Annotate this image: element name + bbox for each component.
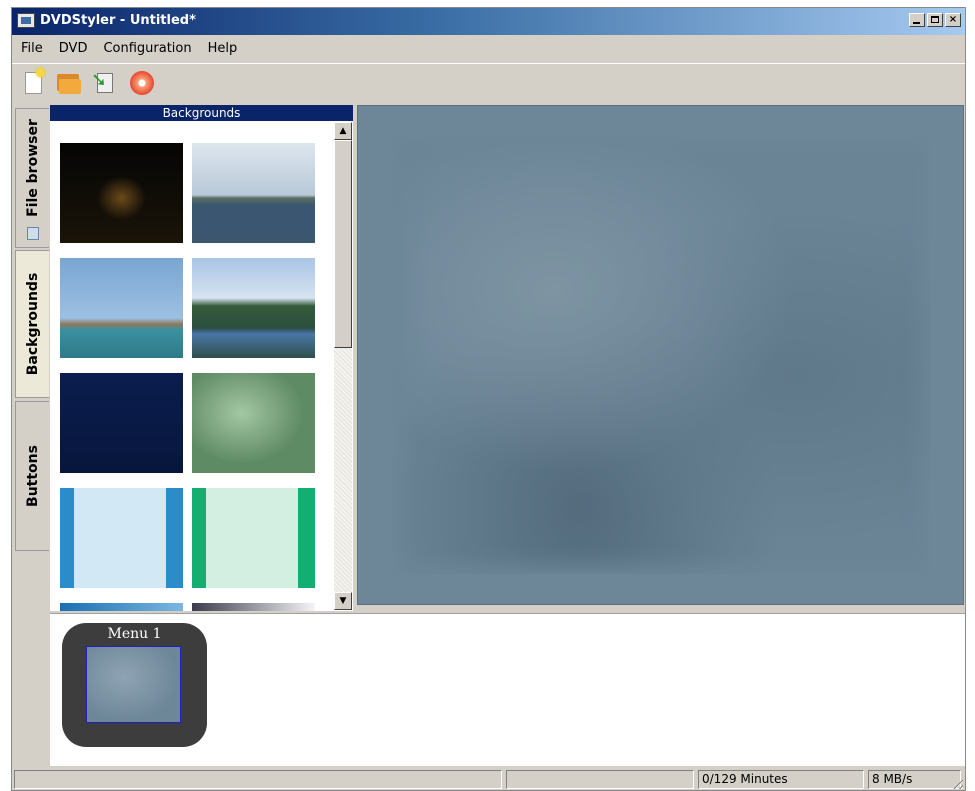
backgrounds-panel (50, 121, 353, 611)
open-folder-icon[interactable] (55, 70, 81, 96)
background-thumbnail-sea-clouds[interactable] (192, 143, 315, 243)
background-thumbnail-dark-navy[interactable] (60, 373, 183, 473)
toolbar: ➘ (12, 63, 965, 102)
tab-buttons-label: Buttons (24, 445, 41, 507)
file-browser-icon (27, 227, 39, 240)
app-icon (17, 13, 35, 28)
save-icon[interactable]: ➘ (91, 70, 117, 96)
background-thumbnail-green-coast[interactable] (192, 258, 315, 358)
menu-thumbnail[interactable]: Menu 1 (62, 623, 207, 747)
minimize-button[interactable] (909, 13, 925, 27)
status-progress (506, 770, 694, 789)
menu-editor-canvas[interactable] (357, 105, 964, 605)
title-bar[interactable]: DVDStyler - Untitled* × (12, 8, 965, 35)
background-thumbnail-blue-gradient[interactable] (60, 603, 183, 611)
menu-background-preview (393, 137, 930, 574)
panel-title: Backgrounds (50, 105, 353, 121)
menu-thumbnail-preview (86, 646, 181, 723)
scroll-down-button[interactable]: ▼ (334, 592, 352, 610)
tab-file-browser[interactable]: File browser (15, 108, 49, 248)
background-thumbnail-light-green-stripes[interactable] (192, 488, 315, 588)
burn-disc-icon[interactable] (129, 70, 155, 96)
status-duration: 0/129 Minutes (698, 770, 864, 789)
close-button[interactable]: × (945, 13, 961, 27)
window-title: DVDStyler - Untitled* (40, 13, 196, 28)
background-thumbnail-gray-gradient[interactable] (192, 603, 315, 611)
tab-file-browser-label: File browser (24, 119, 41, 218)
status-field-main (14, 770, 502, 789)
menu-help[interactable]: Help (199, 41, 245, 56)
tab-backgrounds-label: Backgrounds (24, 272, 41, 376)
menu-bar: File DVD Configuration Help (12, 36, 965, 60)
titleset-manager: Menu 1 (50, 613, 965, 766)
background-thumbnail-coast-ship[interactable] (60, 258, 183, 358)
app-window: DVDStyler - Untitled* × File DVD Configu… (11, 7, 966, 791)
background-thumbnail-night-road[interactable] (60, 143, 183, 243)
status-bar: 0/129 Minutes 8 MB/s (12, 767, 965, 790)
window-controls: × (909, 13, 961, 27)
side-tabs: File browser Backgrounds Buttons (12, 105, 50, 765)
scroll-thumb[interactable] (334, 140, 352, 348)
scroll-up-button[interactable]: ▲ (334, 122, 352, 140)
maximize-button[interactable] (927, 13, 943, 27)
new-document-icon[interactable] (22, 68, 48, 96)
menu-configuration[interactable]: Configuration (94, 41, 198, 56)
background-thumbnail-green-blur[interactable] (192, 373, 315, 473)
menu-thumbnail-label: Menu 1 (107, 626, 162, 642)
tab-buttons[interactable]: Buttons (15, 401, 49, 551)
vertical-scrollbar[interactable]: ▲ ▼ (334, 122, 352, 610)
menu-dvd[interactable]: DVD (50, 41, 95, 56)
tab-backgrounds[interactable]: Backgrounds (15, 250, 49, 398)
menu-file[interactable]: File (12, 41, 50, 56)
background-thumbnail-light-blue-stripes[interactable] (60, 488, 183, 588)
status-bitrate: 8 MB/s (868, 770, 961, 789)
